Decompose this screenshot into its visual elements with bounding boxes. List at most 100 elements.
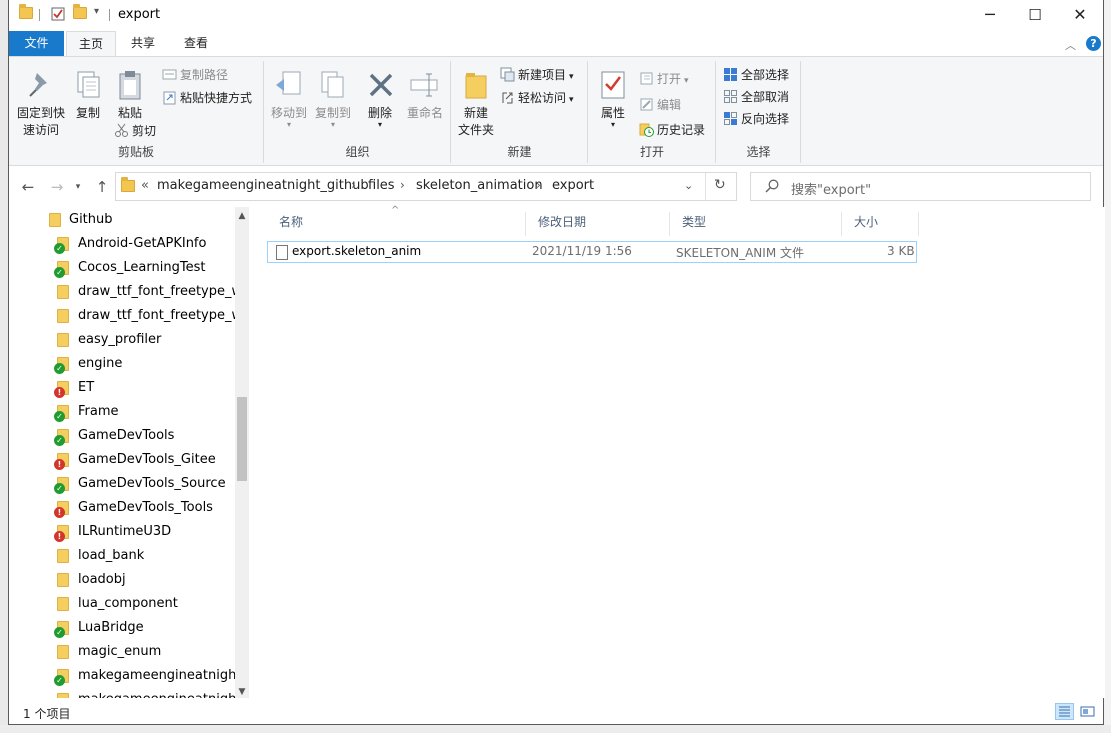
up-arrow-icon[interactable]: ↑ [91,176,113,198]
edit-button[interactable]: 编辑 [639,95,681,115]
easy-access-button[interactable]: 轻松访问 ▾ [500,88,574,108]
tree-item-github[interactable]: Github [9,208,235,232]
breadcrumb-separator-icon[interactable]: › [400,178,405,192]
tree-item-label: GameDevTools_Tools [78,500,213,515]
delete-button[interactable]: 删除 ▾ [365,69,395,129]
breadcrumb-item[interactable]: makegameengineatnight_github [157,178,369,193]
folder-icon [57,573,71,587]
column-header-name[interactable]: 名称 [267,212,526,236]
scroll-up-icon[interactable]: ▲ [235,209,249,223]
maximize-button[interactable]: ☐ [1012,0,1058,31]
tree-item[interactable]: ✓ engine [9,352,235,376]
new-folder-button[interactable]: 新建 文件夹 [456,69,496,139]
pin-icon [25,69,57,101]
tree-item[interactable]: ✓ Frame [9,400,235,424]
copy-icon [72,69,104,101]
breadcrumb-overflow[interactable]: « [141,178,149,193]
sync-ok-badge-icon: ✓ [54,243,65,254]
tree-item[interactable]: ! ILRuntimeU3D [9,520,235,544]
invert-selection-button[interactable]: 反向选择 [723,109,789,129]
new-item-button[interactable]: 新建项目 ▾ [500,65,574,85]
refresh-icon[interactable]: ↻ [714,177,726,193]
tree-item[interactable]: magic_enum [9,640,235,664]
tree-item[interactable]: ✓ GameDevTools [9,424,235,448]
breadcrumb-item[interactable]: skeleton_animation [416,178,543,193]
tab-file[interactable]: 文件 [9,31,64,56]
tree-item-label: draw_ttf_font_freetype_wrap [78,284,235,299]
cut-label: 剪切 [132,124,157,138]
file-row[interactable]: export.skeleton_anim 2021/11/19 1:56 SKE… [267,241,917,263]
paste-button[interactable]: 粘贴 [113,69,147,122]
nav-scroll-thumb[interactable] [237,397,247,481]
column-header-modified[interactable]: 修改日期 [526,212,670,236]
address-dropdown-icon[interactable]: ⌄ [684,179,693,192]
tree-item[interactable]: loadobj [9,568,235,592]
sync-error-badge-icon: ! [54,387,65,398]
copy-to-button[interactable]: 复制到 ▾ [313,69,353,129]
paste-shortcut-button[interactable]: 粘贴快捷方式 [162,88,252,108]
properties-dropdown-icon: ▾ [610,120,615,129]
file-list: ^ 名称 修改日期 类型 大小 export.skeleton_anim 202… [259,205,1105,698]
tree-item[interactable]: lua_component [9,592,235,616]
details-view-icon[interactable] [1055,703,1074,720]
breadcrumb-separator-icon[interactable]: › [536,178,541,192]
tree-item[interactable]: ✓ GameDevTools_Source [9,472,235,496]
move-to-button[interactable]: 移动到 ▾ [269,69,309,129]
column-header-size[interactable]: 大小 [842,212,919,236]
column-header-type[interactable]: 类型 [670,212,842,236]
select-all-button[interactable]: 全部选择 [723,65,789,85]
recent-locations-icon[interactable]: ▾ [67,176,89,198]
tree-item[interactable]: draw_ttf_font_freetype_wrap [9,280,235,304]
address-bar[interactable]: « makegameengineatnight_github › files ›… [115,172,737,201]
history-button[interactable]: 历史记录 [639,120,705,140]
tab-view[interactable]: 查看 [172,31,220,56]
collapse-ribbon-icon[interactable]: ︿ [1065,37,1076,53]
tree-item[interactable]: ✓makegameengineatnight_b [9,688,235,698]
tree-item-label: lua_component [78,596,178,611]
cut-button[interactable]: 剪切 [114,121,156,141]
folder-icon [57,333,71,347]
breadcrumb-item[interactable]: files [368,178,395,193]
pin-quick-access-button[interactable]: 固定到快 速访问 [15,69,67,139]
folder-icon [57,285,71,299]
help-icon[interactable]: ? [1086,36,1101,51]
close-button[interactable]: ✕ [1057,0,1103,31]
new-folder-quick-icon[interactable] [73,4,87,23]
tree-item[interactable]: easy_profiler [9,328,235,352]
paste-label: 粘贴 [117,106,142,120]
rename-button[interactable]: 重命名 [403,69,447,122]
large-icons-view-icon[interactable] [1078,703,1097,720]
tree-item[interactable]: ! GameDevTools_Tools [9,496,235,520]
breadcrumb-item[interactable]: export [552,178,594,193]
tree-item[interactable]: ✓ Cocos_LearningTest [9,256,235,280]
move-to-icon [273,69,305,101]
file-name: export.skeleton_anim [292,244,422,258]
properties-button[interactable]: 属性 ▾ [593,69,633,129]
tree-item[interactable]: ✓ Android-GetAPKInfo [9,232,235,256]
tree-item[interactable]: load_bank [9,544,235,568]
tree-item[interactable]: ✓ makegameengineatnight [9,664,235,688]
scroll-down-icon[interactable]: ▼ [235,685,249,698]
customize-quick-access-icon[interactable]: ▾ [94,6,99,22]
open-button[interactable]: 打开 ▾ [639,69,689,89]
tab-home[interactable]: 主页 [66,31,116,56]
tree-item-label: ET [78,380,95,395]
back-arrow-icon[interactable]: ← [17,176,39,198]
tree-item[interactable]: ! GameDevTools_Gitee [9,448,235,472]
properties-quick-icon[interactable] [51,7,65,23]
minimize-button[interactable]: ─ [967,0,1013,31]
tab-share[interactable]: 共享 [119,31,167,56]
search-box[interactable]: 搜索"export" [750,172,1091,201]
breadcrumb-separator-icon[interactable]: › [351,178,356,192]
folder-icon: ! [54,525,71,542]
select-none-button[interactable]: 全部取消 [723,87,789,107]
tree-item[interactable]: ! ET [9,376,235,400]
copy-path-button[interactable]: 复制路径 [162,65,228,85]
tree-item[interactable]: ✓ LuaBridge [9,616,235,640]
tree-item[interactable]: draw_ttf_font_freetype_wrap [9,304,235,328]
forward-arrow-icon[interactable]: → [46,176,68,198]
nav-scrollbar[interactable]: ▲ ▼ [235,207,249,698]
delete-dropdown-icon: ▾ [377,120,382,129]
copy-button[interactable]: 复制 [71,69,105,122]
rename-label: 重命名 [406,106,443,120]
